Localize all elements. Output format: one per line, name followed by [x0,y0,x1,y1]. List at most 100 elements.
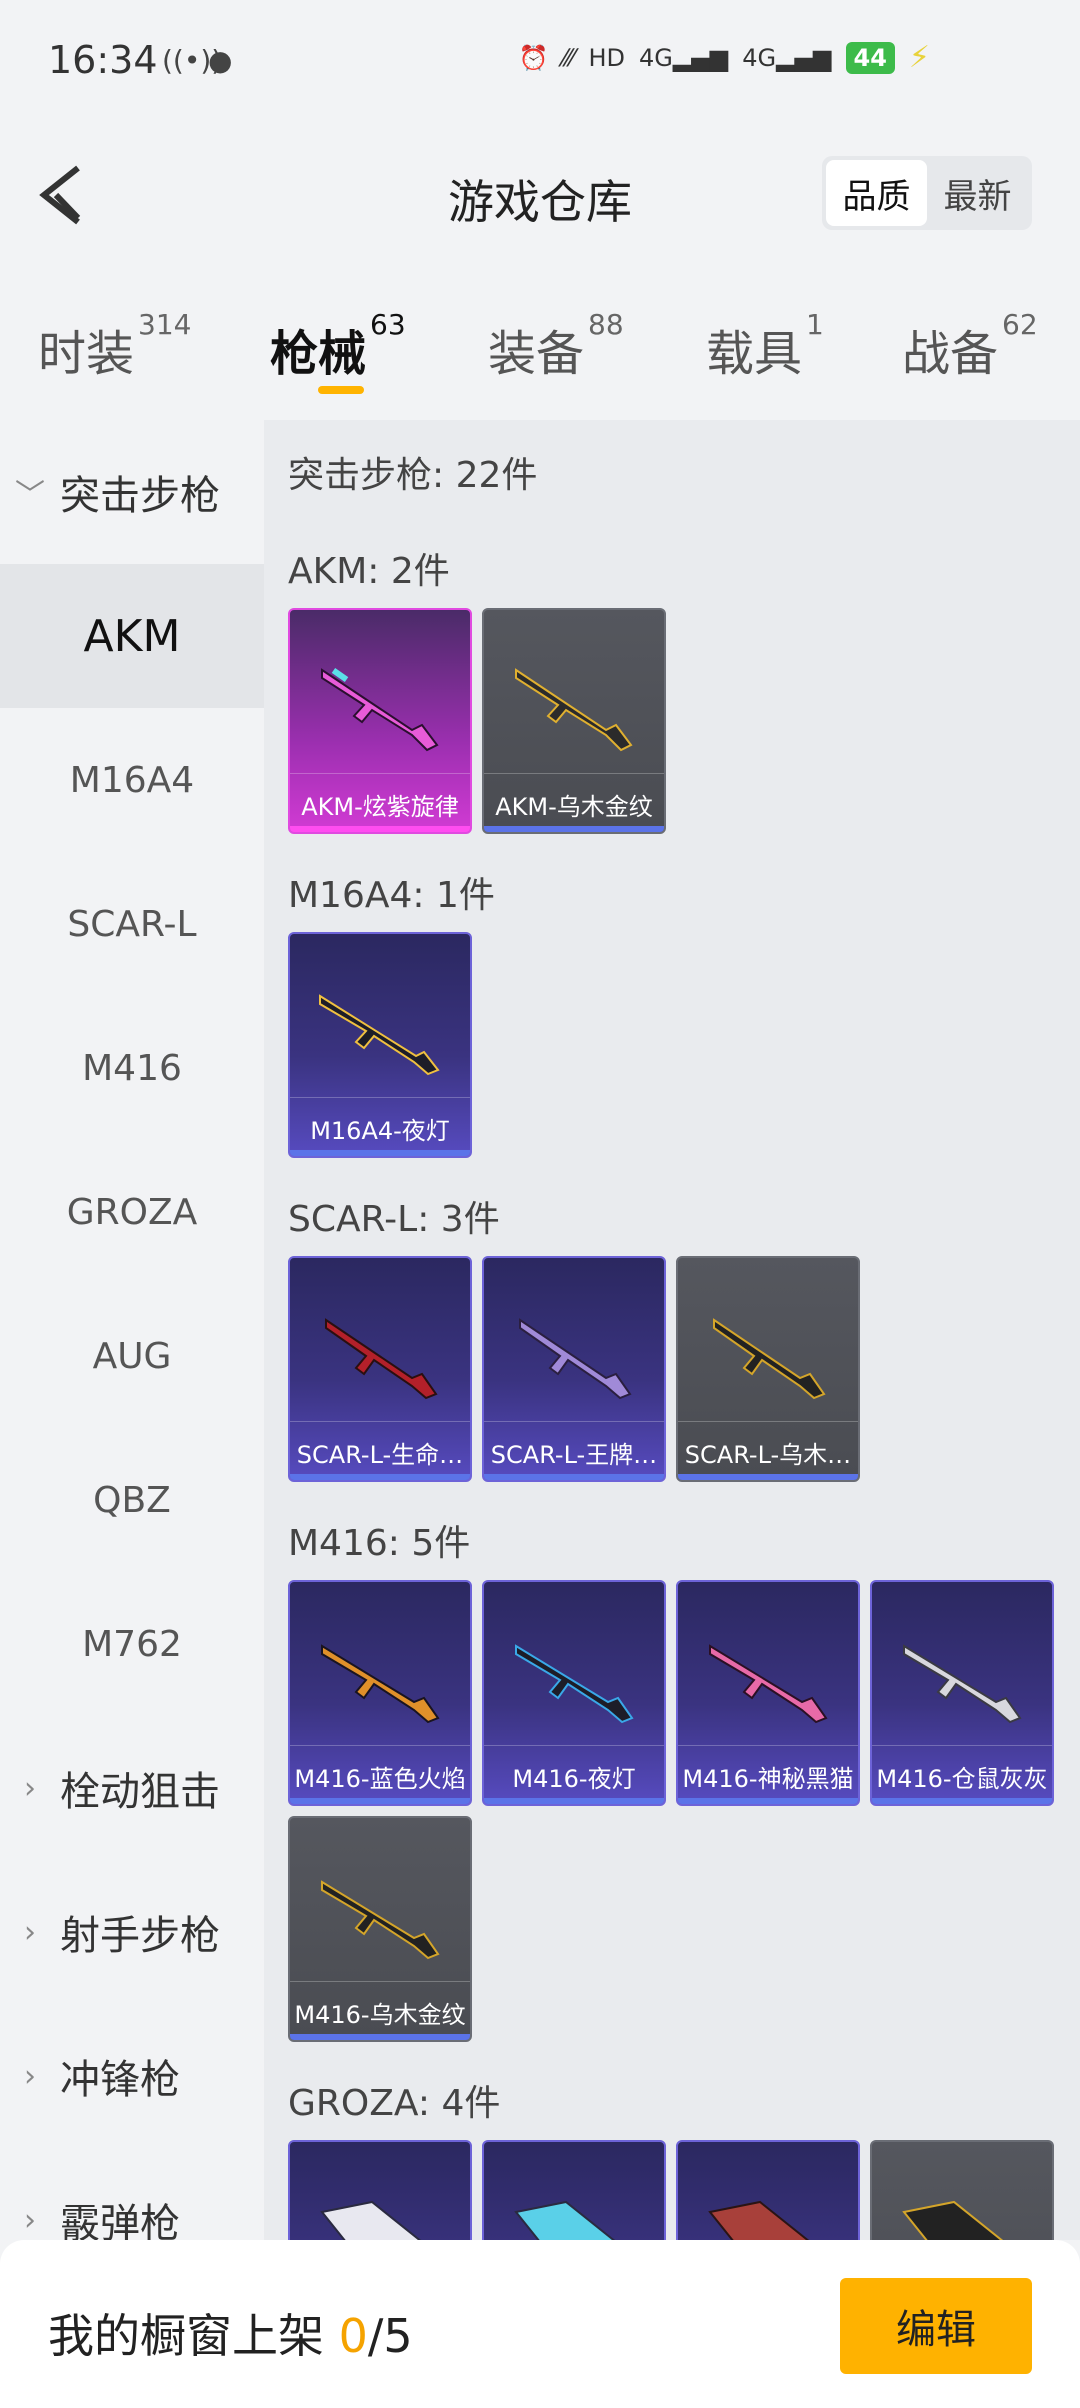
tab-count: 62 [1002,308,1038,341]
skin-card[interactable]: M416-神秘黑猫 [676,1580,860,1806]
signal-icon: 4G▂▄▆ [639,43,729,72]
sidebar-item-m16a4[interactable]: M16A4 [0,708,264,852]
chevron-down-icon: ﹀ [15,478,45,513]
rifle-icon [709,1644,828,1724]
tab-count: 63 [370,308,406,341]
rarity-bar [678,1474,858,1480]
showcase-bar: 我的橱窗上架 0/5 编辑 [0,2240,1080,2408]
skin-card[interactable]: M416-仓鼠灰灰 [870,1580,1054,1806]
skin-card[interactable] [676,2140,860,2240]
category-tabs: 时装314 枪械63 装备88 载具1 战备62 [0,300,1080,410]
rifle-icon [903,1644,1022,1724]
sidebar-item-aug[interactable]: AUG [0,1284,264,1428]
sidebar-item-qbz[interactable]: QBZ [0,1428,264,1572]
edit-button[interactable]: 编辑 [840,2278,1032,2374]
sidebar-group-smg[interactable]: › 冲锋枪 [0,2004,264,2148]
sidebar-item-m416[interactable]: M416 [0,996,264,1140]
showcase-status: 我的橱窗上架 0/5 [48,2300,413,2366]
sidebar-group-bolt-sniper[interactable]: › 栓动狙击 [0,1716,264,1860]
tab-label: 载具 [706,326,803,382]
tab-equipment[interactable]: 装备88 [488,308,624,384]
rifle-icon [319,994,440,1076]
card-divider [290,1097,470,1098]
group-title: M16A4: 1件 [288,875,495,916]
group-title: GROZA: 4件 [288,2083,501,2124]
tab-count: 314 [138,308,192,341]
sidebar: ﹀ 突击步枪 AKM M16A4 SCAR-L M416 GROZA AUG Q… [0,420,264,2247]
sidebar-group-label: 冲锋枪 [60,2057,180,2103]
category-summary: 突击步枪: 22件 [288,455,538,496]
charging-icon: ⚡ [908,40,930,75]
sidebar-item-akm[interactable]: AKM [0,564,264,708]
sidebar-item-groza[interactable]: GROZA [0,1140,264,1284]
skin-name: SCAR-L-王牌… [490,1441,658,1469]
sidebar-group-assault-rifle[interactable]: ﹀ 突击步枪 [0,420,264,564]
card-divider [484,1421,664,1422]
app-root: 16:34 ((•)) ● ⏰ ⁄⁄⁄ HD 4G▂▄▆ 4G▂▄▆ 44 ⚡ … [0,0,1080,2408]
rarity-bar [872,1798,1052,1804]
sidebar-group-marksman[interactable]: › 射手步枪 [0,1860,264,2004]
rifle-icon [519,1318,632,1400]
skin-card[interactable]: AKM-炫紫旋律 [288,608,472,834]
tab-fashion[interactable]: 时装314 [38,308,191,384]
skin-card[interactable] [870,2140,1054,2240]
status-time: 16:34 [48,38,158,82]
rarity-bar [290,2034,470,2040]
group-title: SCAR-L: 3件 [288,1199,500,1240]
skin-name: M416-蓝色火焰 [294,1765,466,1793]
nfc-icon: ⁄⁄⁄ [562,43,575,72]
skin-name: AKM-炫紫旋律 [301,793,459,821]
skin-card[interactable]: SCAR-L-乌木… [676,1256,860,1482]
rifle-icon [514,2200,616,2240]
tab-label: 时装 [38,326,135,382]
sidebar-group-label: 射手步枪 [60,1913,220,1959]
skin-card[interactable]: AKM-乌木金纹 [482,608,666,834]
skin-card[interactable] [288,2140,472,2240]
rifle-icon [321,1644,440,1724]
item-list: 突击步枪: 22件 AKM: 2件 AKM-炫紫旋律 AKM-乌木金纹 M16A… [264,420,1080,2240]
tab-guns[interactable]: 枪械63 [270,308,406,384]
tab-label: 枪械 [270,326,367,382]
sort-quality-button[interactable]: 品质 [826,160,927,226]
card-divider [290,1745,470,1746]
skin-card[interactable]: M416-蓝色火焰 [288,1580,472,1806]
skin-name: AKM-乌木金纹 [495,793,653,821]
tab-count: 1 [806,308,824,341]
rifle-icon [713,1318,826,1400]
chevron-right-icon: › [24,1770,36,1806]
sidebar-item-m762[interactable]: M762 [0,1572,264,1716]
header: 游戏仓库 品质 最新 [0,130,1080,260]
rifle-icon [515,668,633,752]
signal-icon-2: 4G▂▄▆ [742,43,832,72]
sort-newest-button[interactable]: 最新 [927,160,1028,226]
card-divider [290,773,470,774]
skin-card[interactable]: SCAR-L-王牌… [482,1256,666,1482]
status-bar: 16:34 ((•)) ● ⏰ ⁄⁄⁄ HD 4G▂▄▆ 4G▂▄▆ 44 ⚡ [0,0,1080,130]
skin-card[interactable]: M416-乌木金纹 [288,1816,472,2042]
skin-name: SCAR-L-乌木… [684,1441,852,1469]
app-notification-icon: ● [208,44,233,77]
card-divider [484,773,664,774]
skin-card[interactable]: SCAR-L-生命… [288,1256,472,1482]
skin-card[interactable] [482,2140,666,2240]
battery-icon: 44 [845,41,895,74]
rifle-icon [902,2200,1004,2240]
rifle-icon [321,1880,440,1960]
rarity-bar [484,1798,664,1804]
rarity-bar [290,1798,470,1804]
skin-card[interactable]: M416-夜灯 [482,1580,666,1806]
tab-count: 88 [588,308,624,341]
tab-vehicles[interactable]: 载具1 [706,308,824,384]
sidebar-item-scar-l[interactable]: SCAR-L [0,852,264,996]
showcase-total: /5 [367,2309,413,2363]
card-divider [290,1421,470,1422]
rifle-icon [321,667,439,752]
rifle-icon [320,2200,422,2240]
showcase-label: 我的橱窗上架 [48,2309,339,2363]
tab-supplies[interactable]: 战备62 [902,308,1038,384]
skin-card[interactable]: M16A4-夜灯 [288,932,472,1158]
rifle-icon [325,1318,438,1400]
sidebar-group-label: 栓动狙击 [60,1769,220,1815]
chevron-right-icon: › [24,1914,36,1950]
sort-toggle: 品质 最新 [822,156,1032,230]
